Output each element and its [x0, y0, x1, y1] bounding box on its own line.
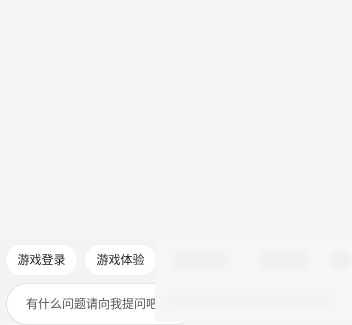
content-area: [0, 0, 352, 240]
blurred-chip: [259, 250, 309, 270]
blurred-chip: [330, 250, 352, 270]
chat-input-placeholder: 有什么问题请向我提问吧: [26, 297, 159, 311]
suggestion-chip-label: 游戏体验: [96, 253, 145, 267]
suggestion-chip-label: 游戏登录: [17, 253, 66, 267]
blurred-chip: [172, 250, 228, 270]
suggestion-chip-game-login[interactable]: 游戏登录: [6, 245, 77, 275]
suggestion-chip-game-experience[interactable]: 游戏体验: [85, 245, 156, 275]
blurred-input-area: [165, 297, 335, 307]
